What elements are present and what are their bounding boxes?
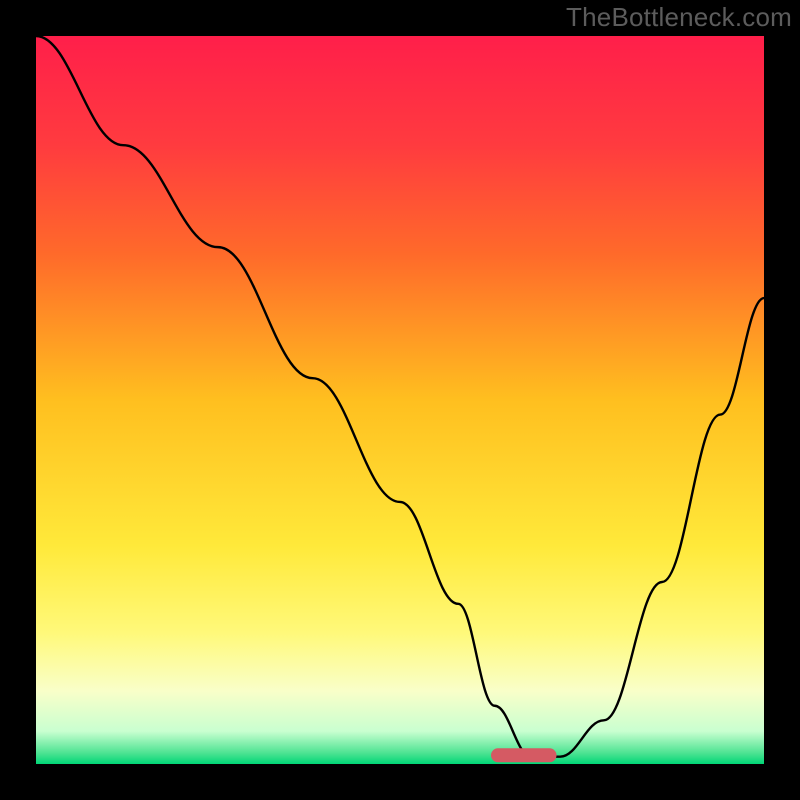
chart-container: TheBottleneck.com — [0, 0, 800, 800]
optimal-zone-marker — [491, 748, 557, 762]
gradient-background — [36, 36, 764, 764]
plot-area — [36, 36, 764, 764]
watermark-text: TheBottleneck.com — [566, 2, 792, 33]
plot-svg — [36, 36, 764, 764]
